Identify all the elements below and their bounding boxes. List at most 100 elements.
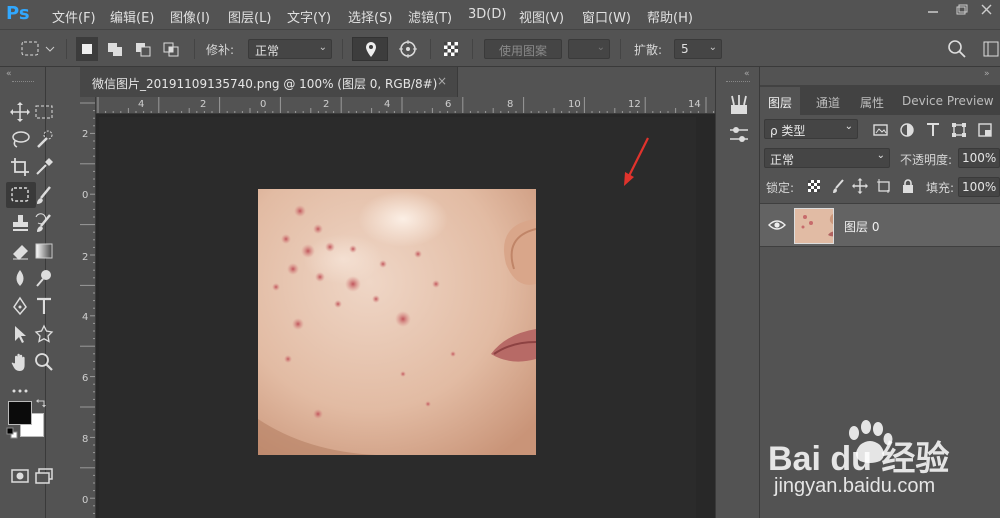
vertical-ruler-ticks bbox=[80, 102, 95, 514]
history-brush-icon[interactable] bbox=[33, 212, 55, 234]
tab-properties[interactable]: 属性 bbox=[852, 87, 892, 115]
menu-view[interactable]: 视图(V) bbox=[519, 7, 564, 26]
dodge-tool-icon[interactable] bbox=[33, 267, 55, 289]
hruler-label: 12 bbox=[628, 99, 641, 110]
custom-shape-icon[interactable] bbox=[33, 323, 55, 345]
clone-stamp-icon[interactable] bbox=[9, 212, 31, 234]
pattern-picker[interactable]: ⌄ bbox=[568, 39, 610, 59]
default-colors-icon[interactable] bbox=[6, 427, 18, 439]
layer-filter-select[interactable]: ρ 类型 ⌄ bbox=[764, 119, 858, 139]
vruler-label: 4 bbox=[82, 312, 89, 323]
menu-3d[interactable]: 3D(D) bbox=[468, 7, 506, 22]
use-pattern-button[interactable]: 使用图案 bbox=[484, 39, 562, 59]
layer-thumbnail[interactable] bbox=[794, 208, 834, 244]
patch-tool-preset-icon[interactable] bbox=[18, 37, 60, 61]
red-arrow-annotation bbox=[624, 137, 649, 186]
quick-mask-icon[interactable] bbox=[9, 465, 31, 487]
collapsed-panels: « bbox=[715, 67, 760, 518]
patch-tool-icon[interactable] bbox=[6, 182, 36, 208]
opacity-input[interactable]: 100% bbox=[958, 148, 1000, 168]
gradient-icon[interactable] bbox=[33, 240, 55, 262]
menu-image[interactable]: 图像(I) bbox=[170, 7, 210, 26]
menu-filter[interactable]: 滤镜(T) bbox=[408, 7, 452, 26]
filter-shape-icon[interactable] bbox=[950, 121, 968, 139]
pen-tool-icon[interactable] bbox=[9, 295, 31, 317]
type-tool-icon[interactable] bbox=[33, 295, 55, 317]
close-tab-icon[interactable]: × bbox=[437, 74, 447, 88]
eraser-icon[interactable] bbox=[9, 240, 31, 262]
lock-position-icon[interactable] bbox=[852, 178, 868, 194]
layer-row[interactable]: 图层 0 bbox=[760, 203, 1000, 247]
expand-icon[interactable]: « bbox=[744, 69, 750, 79]
add-to-selection-icon[interactable] bbox=[104, 37, 126, 61]
lock-artboard-icon[interactable] bbox=[876, 178, 892, 194]
lock-all-icon[interactable] bbox=[900, 178, 916, 194]
swap-colors-icon[interactable] bbox=[36, 397, 48, 409]
tab-channels[interactable]: 通道 bbox=[808, 87, 848, 115]
foreground-color-swatch[interactable] bbox=[8, 401, 32, 425]
fill-input[interactable]: 100% bbox=[958, 177, 1000, 197]
blend-mode-value: 正常 bbox=[770, 153, 795, 167]
marquee-tool-icon[interactable] bbox=[33, 101, 55, 123]
eyedropper-icon[interactable] bbox=[33, 156, 55, 178]
baidu-watermark: Bai du 经验 jingyan.baidu.com bbox=[760, 405, 1000, 518]
tab-layers[interactable]: 图层 bbox=[760, 87, 801, 115]
close-window-icon[interactable] bbox=[974, 2, 1000, 18]
blend-mode-select[interactable]: 正常 ⌄ bbox=[764, 148, 890, 168]
diffusion-select[interactable]: 5 ⌄ bbox=[674, 39, 722, 59]
brush-tool-icon[interactable] bbox=[33, 184, 55, 206]
source-button[interactable] bbox=[352, 37, 388, 61]
document-tab[interactable]: 微信图片_20191109135740.png @ 100% (图层 0, RG… bbox=[80, 67, 458, 97]
minimize-icon[interactable] bbox=[920, 2, 946, 18]
chevron-down-icon: ⌄ bbox=[876, 150, 885, 161]
menu-select[interactable]: 选择(S) bbox=[348, 7, 392, 26]
tab-device-preview[interactable]: Device Preview bbox=[894, 87, 1000, 115]
lasso-tool-icon[interactable] bbox=[9, 128, 31, 150]
quick-selection-icon[interactable] bbox=[33, 128, 55, 150]
collapse-panel-icon[interactable]: » bbox=[984, 69, 990, 79]
transparent-icon[interactable] bbox=[440, 37, 462, 61]
filter-type-icon[interactable] bbox=[924, 121, 942, 139]
face-photo[interactable] bbox=[258, 189, 536, 455]
filter-smart-object-icon[interactable] bbox=[976, 121, 994, 139]
menu-edit[interactable]: 编辑(E) bbox=[110, 7, 154, 26]
hruler-label: 2 bbox=[323, 99, 330, 110]
eye-visibility-icon[interactable] bbox=[768, 218, 786, 232]
search-icon[interactable] bbox=[944, 37, 970, 61]
new-selection-icon[interactable] bbox=[76, 37, 98, 61]
adjustments-icon[interactable] bbox=[727, 123, 751, 147]
lock-pixels-icon[interactable] bbox=[830, 178, 846, 194]
zoom-tool-icon[interactable] bbox=[33, 351, 55, 373]
crop-tool-icon[interactable] bbox=[9, 156, 31, 178]
subtract-selection-icon[interactable] bbox=[132, 37, 154, 61]
chevron-down-icon: ⌄ bbox=[844, 121, 853, 132]
blur-tool-icon[interactable] bbox=[9, 267, 31, 289]
filter-adjustment-icon[interactable] bbox=[898, 121, 916, 139]
more-tools-icon[interactable] bbox=[9, 380, 31, 402]
repair-label: 修补: bbox=[206, 43, 235, 57]
destination-button[interactable] bbox=[390, 37, 426, 61]
menu-layer[interactable]: 图层(L) bbox=[228, 7, 271, 26]
repair-mode-select[interactable]: 正常 ⌄ bbox=[248, 39, 332, 59]
brush-presets-icon[interactable] bbox=[727, 93, 751, 117]
restore-icon[interactable] bbox=[948, 2, 974, 18]
menu-help[interactable]: 帮助(H) bbox=[647, 7, 693, 26]
filter-pixel-icon[interactable] bbox=[872, 121, 890, 139]
lock-label: 锁定: bbox=[766, 181, 795, 195]
menu-file[interactable]: 文件(F) bbox=[52, 7, 96, 26]
move-tool-icon[interactable] bbox=[9, 101, 31, 123]
collapse-icon[interactable]: « bbox=[6, 69, 12, 79]
vruler-label: 8 bbox=[82, 434, 89, 445]
hruler-label: 14 bbox=[688, 99, 701, 110]
menu-type[interactable]: 文字(Y) bbox=[287, 7, 331, 26]
menu-window[interactable]: 窗口(W) bbox=[582, 7, 631, 26]
screen-mode-icon[interactable] bbox=[33, 465, 55, 487]
menu-bar: Ps 文件(F) 编辑(E) 图像(I) 图层(L) 文字(Y) 选择(S) 滤… bbox=[0, 0, 1000, 30]
hand-tool-icon[interactable] bbox=[9, 351, 31, 373]
intersect-selection-icon[interactable] bbox=[160, 37, 182, 61]
path-selection-icon[interactable] bbox=[9, 323, 31, 345]
lock-transparent-icon[interactable] bbox=[806, 178, 822, 194]
repair-mode-value: 正常 bbox=[255, 44, 280, 58]
workspace-icon[interactable] bbox=[978, 37, 1000, 61]
layer-name[interactable]: 图层 0 bbox=[844, 218, 879, 235]
